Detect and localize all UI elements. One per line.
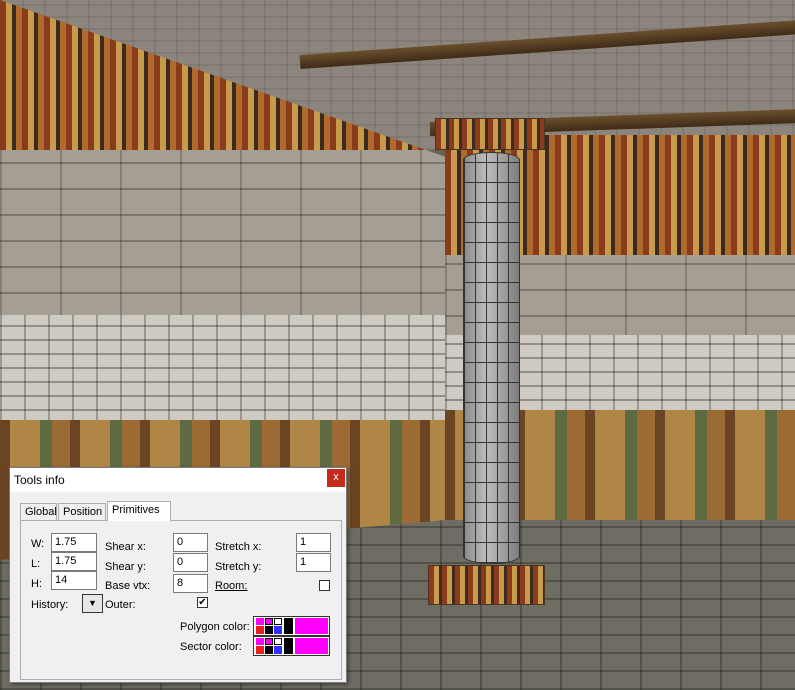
swatch-blue[interactable]: [274, 626, 282, 634]
h-field[interactable]: 14: [51, 571, 97, 590]
swatch-black[interactable]: [265, 646, 273, 654]
window-title: Tools info: [14, 473, 65, 487]
stretch-y-label: Stretch y:: [215, 561, 262, 573]
shear-y-field[interactable]: 0: [173, 553, 208, 572]
outer-label: Outer:: [105, 599, 136, 611]
swatch-white[interactable]: [274, 638, 282, 645]
close-icon: x: [333, 471, 339, 483]
swatch-red[interactable]: [256, 626, 264, 634]
swatch-black-tall[interactable]: [284, 638, 293, 654]
base-vtx-field[interactable]: 8: [173, 574, 208, 593]
stretch-x-label: Stretch x:: [215, 541, 262, 553]
swatch-magenta-selected[interactable]: [265, 618, 273, 625]
tab-global[interactable]: Global: [20, 503, 57, 520]
primitives-panel: W: 1.75 L: 1.75 H: 14 Shear x: 0 Shear y…: [20, 520, 342, 680]
polygon-color-palette[interactable]: [253, 616, 330, 636]
title-bar[interactable]: Tools info x: [10, 468, 346, 492]
swatch-magenta[interactable]: [256, 638, 264, 645]
base-vtx-label: Base vtx:: [105, 580, 151, 592]
shear-x-label: Shear x:: [105, 541, 146, 553]
current-sector-color: [295, 638, 328, 654]
tab-position[interactable]: Position: [58, 503, 106, 520]
checkmark-icon: ✔: [198, 597, 207, 608]
swatch-magenta[interactable]: [256, 618, 264, 625]
polygon-color-label: Polygon color:: [180, 621, 250, 633]
swatch-red[interactable]: [256, 646, 264, 654]
pillar-primitive[interactable]: [463, 152, 520, 564]
w-field[interactable]: 1.75: [51, 533, 97, 552]
room-label: Room:: [215, 580, 248, 592]
stretch-y-field[interactable]: 1: [296, 553, 331, 572]
room-checkbox[interactable]: [319, 580, 330, 591]
l-label: L:: [31, 558, 41, 570]
pillar-base[interactable]: [428, 565, 545, 605]
wall-stone-blocks: [0, 150, 445, 320]
l-field[interactable]: 1.75: [51, 552, 97, 571]
close-button[interactable]: x: [327, 469, 345, 487]
swatch-black-tall[interactable]: [284, 618, 293, 634]
swatch-black[interactable]: [265, 626, 273, 634]
w-label: W:: [31, 538, 45, 550]
outer-checkbox[interactable]: ✔: [197, 597, 208, 608]
history-dropdown[interactable]: ▼: [82, 594, 103, 613]
swatch-magenta-selected[interactable]: [265, 638, 273, 645]
tools-info-window[interactable]: Tools info x Global Position Primitives …: [9, 467, 347, 683]
h-label: H:: [31, 578, 42, 590]
shear-x-field[interactable]: 0: [173, 533, 208, 552]
swatch-white[interactable]: [274, 618, 282, 625]
chevron-down-icon: ▼: [88, 598, 97, 608]
tab-primitives[interactable]: Primitives: [107, 501, 171, 521]
current-polygon-color: [295, 618, 328, 634]
sector-color-palette[interactable]: [253, 636, 330, 656]
history-label: History:: [31, 599, 69, 611]
pillar-cap[interactable]: [435, 118, 545, 150]
wall-white-bricks: [0, 315, 445, 425]
swatch-blue[interactable]: [274, 646, 282, 654]
stretch-x-field[interactable]: 1: [296, 533, 331, 552]
sector-color-label: Sector color:: [180, 641, 242, 653]
shear-y-label: Shear y:: [105, 561, 146, 573]
